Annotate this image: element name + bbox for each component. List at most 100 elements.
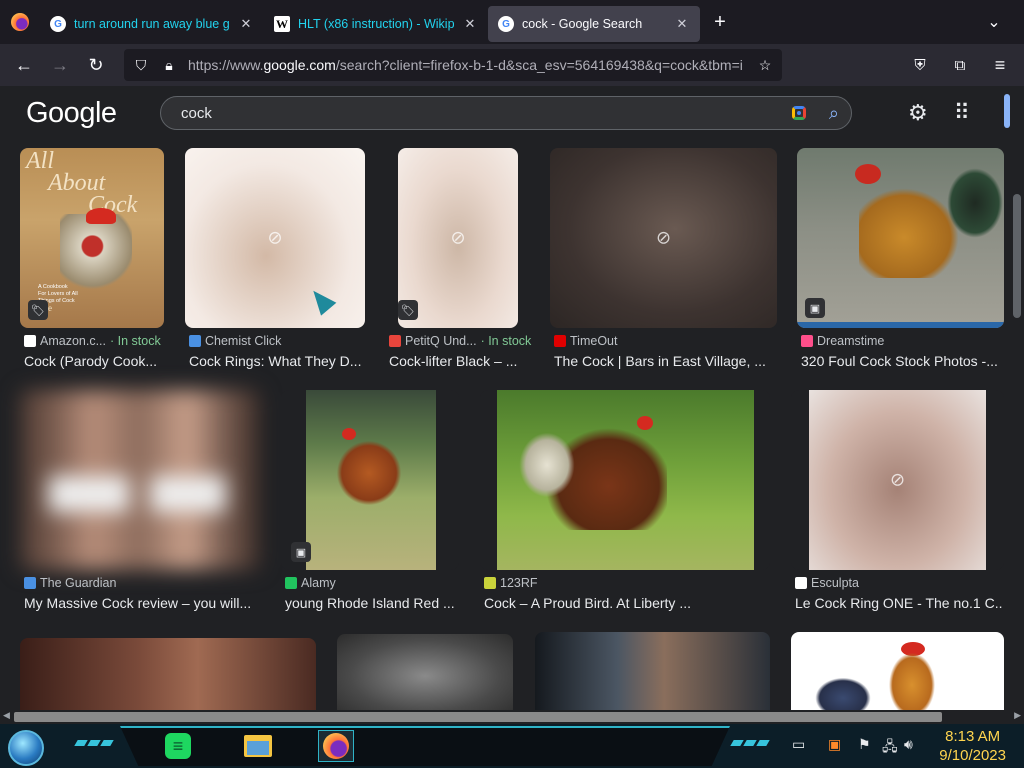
keyboard-icon[interactable]: ▭ (792, 736, 805, 753)
tab-1[interactable]: G turn around run away blue ghe ✕ (40, 6, 264, 42)
result-source[interactable]: Chemist Click (205, 334, 281, 348)
tab-title: HLT (x86 instruction) - Wikiped (298, 17, 454, 31)
hidden-content-eye-slash-icon: ⊘ (655, 227, 672, 248)
stock-banner (797, 322, 1004, 328)
result-thumbnail-hidden[interactable]: ⊘ (791, 390, 1004, 570)
firefox-menu-icon[interactable] (0, 0, 40, 44)
rooster-comb (637, 416, 653, 430)
result-source[interactable]: The Guardian (40, 576, 116, 590)
tab-2[interactable]: W HLT (x86 instruction) - Wikiped ✕ (264, 6, 488, 42)
result-thumbnail-hidden[interactable]: ⊘ (550, 148, 777, 328)
result-title[interactable]: 320 Foul Cock Stock Photos -... (801, 353, 1001, 369)
wikipedia-favicon-icon: W (274, 16, 290, 32)
taskbar-notes-app[interactable]: ≡ (160, 730, 196, 762)
chemist-click-favicon-icon (189, 335, 201, 347)
result-thumbnail[interactable] (791, 632, 1004, 710)
volume-icon[interactable]: 🔊︎ (904, 736, 913, 753)
extensions-icon[interactable]: ⧉ (942, 49, 978, 81)
google-lens-icon[interactable] (789, 103, 809, 123)
result-title[interactable]: My Massive Cock review – you will... (24, 595, 260, 611)
scrollbar-thumb[interactable] (14, 712, 942, 722)
image-results-grid: All About Cock A Cookbook For Lovers of All… (0, 140, 1010, 710)
google-logo[interactable]: Google (26, 97, 160, 130)
result-source[interactable]: 123RF (500, 576, 538, 590)
result-thumbnail[interactable]: ▣ (797, 148, 1004, 328)
result-thumbnail[interactable]: All About Cock A Cookbook For Lovers of All… (20, 148, 164, 328)
result-thumbnail[interactable] (480, 390, 770, 570)
taskbar-file-explorer[interactable] (240, 730, 276, 762)
mouse-cursor-icon (305, 284, 337, 316)
dreamstime-favicon-icon (801, 335, 813, 347)
result-thumbnail-hidden[interactable] (337, 634, 513, 710)
amazon-favicon-icon (24, 335, 36, 347)
new-tab-button[interactable]: + (700, 11, 740, 34)
close-tab-icon[interactable]: ✕ (462, 16, 478, 32)
back-button[interactable]: ← (6, 49, 42, 81)
rooster-tail (517, 430, 577, 500)
lock-icon[interactable]: 🔒︎ (160, 57, 178, 74)
result-title[interactable]: Le Cock Ring ONE - The no.1 C... (795, 595, 1003, 611)
result-title[interactable]: Cock (Parody Cook... (24, 353, 164, 369)
close-tab-icon[interactable]: ✕ (674, 16, 690, 32)
tab-3-active[interactable]: G cock - Google Search ✕ (488, 6, 700, 42)
tray-app-icon[interactable]: ▣ (828, 736, 841, 753)
notes-app-icon: ≡ (165, 733, 191, 759)
shopping-tag-icon: 🏷︎ (398, 300, 418, 320)
result-thumbnail-hidden[interactable]: ⊘ 🏷︎ (398, 148, 518, 328)
close-tab-icon[interactable]: ✕ (238, 16, 254, 32)
result-thumbnail[interactable]: ▣ (281, 390, 459, 570)
result-thumbnail[interactable] (535, 632, 770, 710)
reload-button[interactable]: ↻ (78, 49, 114, 81)
result-source[interactable]: PetitQ Und... (405, 334, 477, 348)
tab-title: cock - Google Search (522, 17, 643, 31)
result-thumbnail-hidden[interactable]: ⊘ (185, 148, 365, 328)
search-input[interactable] (181, 104, 789, 122)
result-title[interactable]: Cock – A Proud Bird. At Liberty ... (484, 595, 764, 611)
search-icon[interactable]: ⌕ (829, 103, 839, 124)
rooster-comb (855, 164, 881, 184)
result-title[interactable]: young Rhode Island Red ... (285, 595, 457, 611)
pocket-icon[interactable]: ⛨ (902, 49, 938, 81)
forward-button[interactable]: → (42, 49, 78, 81)
flag-icon[interactable]: ⚑ (858, 736, 871, 753)
url-bar[interactable]: ⛉ 🔒︎ https://www.google.com/search?clien… (124, 49, 782, 81)
rooster-tail (947, 168, 1003, 238)
search-box[interactable]: ⌕ (160, 96, 852, 130)
result-source[interactable]: TimeOut (570, 334, 617, 348)
result-source[interactable]: Dreamstime (817, 334, 884, 348)
result-source[interactable]: Amazon.c... (40, 334, 106, 348)
taskbar-firefox[interactable] (318, 730, 354, 762)
google-favicon-icon: G (498, 16, 514, 32)
vertical-scrollbar[interactable] (1010, 86, 1024, 710)
result-thumbnail[interactable] (20, 390, 260, 570)
tracking-protection-shield-icon[interactable]: ⛉ (132, 57, 150, 74)
result-title[interactable]: The Cock | Bars in East Village, ... (554, 353, 772, 369)
rooster-body (859, 188, 959, 278)
result-title[interactable]: Cock-lifter Black – ... (389, 353, 529, 369)
alamy-favicon-icon (285, 577, 297, 589)
settings-gear-icon[interactable]: ⚙ (908, 100, 928, 126)
hidden-content-eye-slash-icon: ⊘ (450, 227, 466, 248)
book-cover-title: All About Cock (26, 148, 138, 218)
list-all-tabs-chevron-icon[interactable]: ⌄ (964, 12, 1024, 32)
result-title[interactable]: Cock Rings: What They D... (189, 353, 363, 369)
bookmark-star-icon[interactable]: ☆ (756, 57, 774, 74)
start-button[interactable] (8, 730, 44, 766)
system-clock[interactable]: 8:13 AM 9/10/2023 (939, 727, 1006, 765)
clock-date: 9/10/2023 (939, 747, 1006, 764)
scroll-right-arrow-icon[interactable]: ▶ (1014, 710, 1021, 721)
scroll-left-arrow-icon[interactable]: ◀ (3, 710, 10, 721)
url-text[interactable]: https://www.google.com/search?client=fir… (188, 57, 746, 73)
image-icon: ▣ (291, 542, 311, 562)
result-source[interactable]: Alamy (301, 576, 336, 590)
tab-bar: G turn around run away blue ghe ✕ W HLT … (0, 0, 1024, 44)
scrollbar-thumb[interactable] (1013, 194, 1021, 318)
result-source[interactable]: Esculpta (811, 576, 859, 590)
petitq-favicon-icon (389, 335, 401, 347)
hamburger-menu-icon[interactable]: ≡ (982, 49, 1018, 81)
google-favicon-icon: G (50, 16, 66, 32)
google-apps-grid-icon[interactable]: ⠿ (954, 100, 970, 126)
result-thumbnail[interactable] (20, 638, 316, 710)
network-icon[interactable]: 🖧︎ (882, 736, 898, 760)
horizontal-scrollbar[interactable]: ◀ ▶ (0, 710, 1024, 724)
